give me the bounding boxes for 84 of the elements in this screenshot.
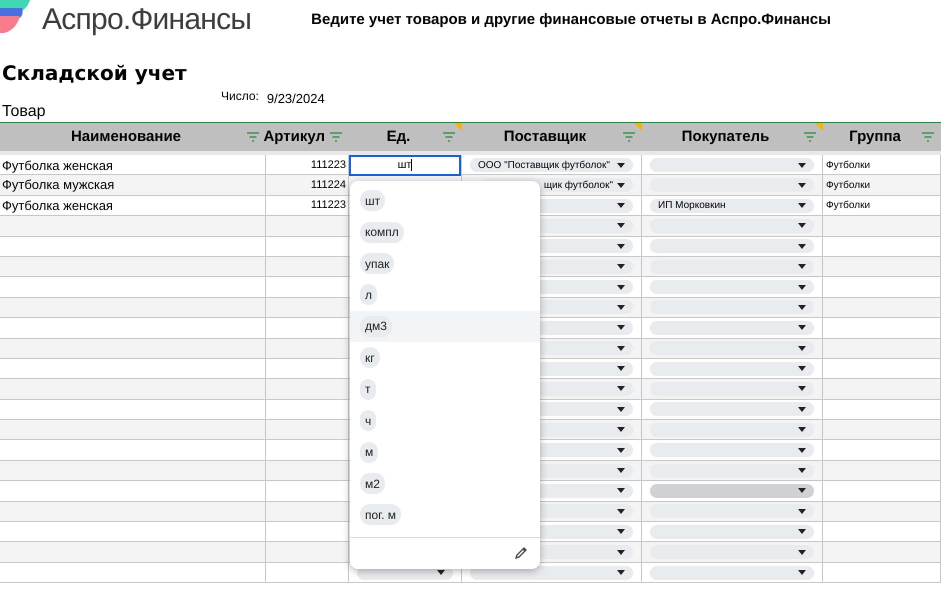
caret-icon (617, 346, 625, 351)
unit-option[interactable]: компл (360, 222, 404, 243)
caret-icon (617, 468, 625, 474)
caret-icon (617, 162, 625, 168)
caret-icon (798, 182, 806, 188)
date-value: 9/23/2024 (266, 92, 325, 105)
caret-icon (617, 203, 625, 208)
filter-icon[interactable] (803, 132, 817, 142)
section-label: Товар (2, 102, 46, 122)
filter-icon[interactable] (921, 132, 935, 142)
caret-icon (798, 448, 806, 453)
caret-icon (617, 386, 625, 392)
column-header: Артикул (263, 126, 325, 147)
cell-editor-field[interactable]: шт (349, 155, 461, 176)
table-cell-text: 111223 (310, 158, 346, 173)
caret-icon (617, 304, 625, 310)
caret-icon (617, 508, 625, 514)
filter-icon[interactable] (246, 132, 260, 142)
caret-icon (617, 223, 625, 228)
caret-icon (798, 488, 806, 494)
caret-icon (798, 244, 806, 249)
caret-icon (617, 244, 625, 249)
page-title: Складской учет (2, 60, 187, 86)
caret-icon (617, 406, 625, 412)
caret-icon (617, 325, 625, 330)
column-header: Группа (848, 126, 902, 147)
column-header: Покупатель (680, 126, 770, 147)
table-cell-text: Футболка женская (2, 196, 113, 215)
table-cell-text: Футболки (826, 199, 870, 214)
caret-icon (798, 406, 806, 412)
filter-icon[interactable] (442, 132, 456, 142)
caret-icon (617, 529, 625, 534)
date-label: Число: (221, 90, 259, 102)
caret-icon (798, 284, 806, 290)
filter-icon[interactable] (329, 132, 343, 142)
caret-icon (798, 508, 806, 514)
column-header: Поставщик (502, 126, 588, 147)
caret-icon (798, 264, 806, 270)
unit-option[interactable]: л (360, 284, 378, 306)
caret-icon (798, 223, 806, 228)
caret-icon (617, 264, 625, 270)
caret-icon (617, 550, 625, 555)
unit-option[interactable]: шт (360, 190, 386, 212)
dropdown-chip[interactable]: ООО "Поставщик футболок" (470, 158, 633, 172)
unit-option[interactable]: дм3 (360, 316, 392, 337)
caret-icon (798, 386, 806, 392)
column-header: Наименование (70, 126, 182, 147)
caret-icon (798, 468, 806, 474)
banner-text: Ведите учет товаров и другие финансовые отчеты в Аспро.Финансы (311, 10, 831, 30)
caret-icon (798, 427, 806, 432)
caret-icon (798, 550, 806, 555)
caret-icon (617, 182, 625, 188)
caret-icon (798, 366, 806, 372)
unit-option[interactable]: пог. м (360, 504, 402, 526)
brand-name: Аспро.Финансы (42, 5, 252, 35)
unit-option[interactable]: м2 (360, 473, 385, 494)
dropdown-chip[interactable]: ИП Морковкин (650, 198, 814, 213)
caret-icon (798, 325, 806, 330)
caret-icon (798, 203, 806, 208)
unit-option[interactable]: упак (360, 253, 394, 274)
pencil-icon[interactable] (514, 546, 528, 560)
caret-icon (617, 427, 625, 432)
caret-icon (617, 448, 625, 453)
table-cell-text: Футболка женская (2, 156, 113, 175)
caret-icon (798, 529, 806, 534)
caret-icon (617, 570, 625, 575)
filter-icon[interactable] (622, 132, 636, 142)
caret-icon (798, 346, 806, 351)
column-header: Ед. (386, 126, 412, 147)
caret-icon (798, 304, 806, 310)
caret-icon (798, 570, 806, 575)
caret-icon (617, 488, 625, 494)
table-cell-text: 111223 (310, 198, 346, 214)
caret-icon (617, 366, 625, 372)
table-cell-text: Футболки (826, 178, 870, 193)
table-cell-text: Футболки (826, 158, 870, 173)
unit-option[interactable]: м (360, 442, 378, 463)
unit-option[interactable]: кг (360, 347, 380, 368)
caret-icon (798, 162, 806, 168)
unit-option[interactable]: ч (360, 410, 376, 432)
unit-option[interactable]: т (360, 378, 376, 400)
table-cell-text: 111224 (310, 178, 346, 193)
table-cell-text: Футболка мужская (2, 176, 114, 194)
caret-icon (617, 284, 625, 290)
